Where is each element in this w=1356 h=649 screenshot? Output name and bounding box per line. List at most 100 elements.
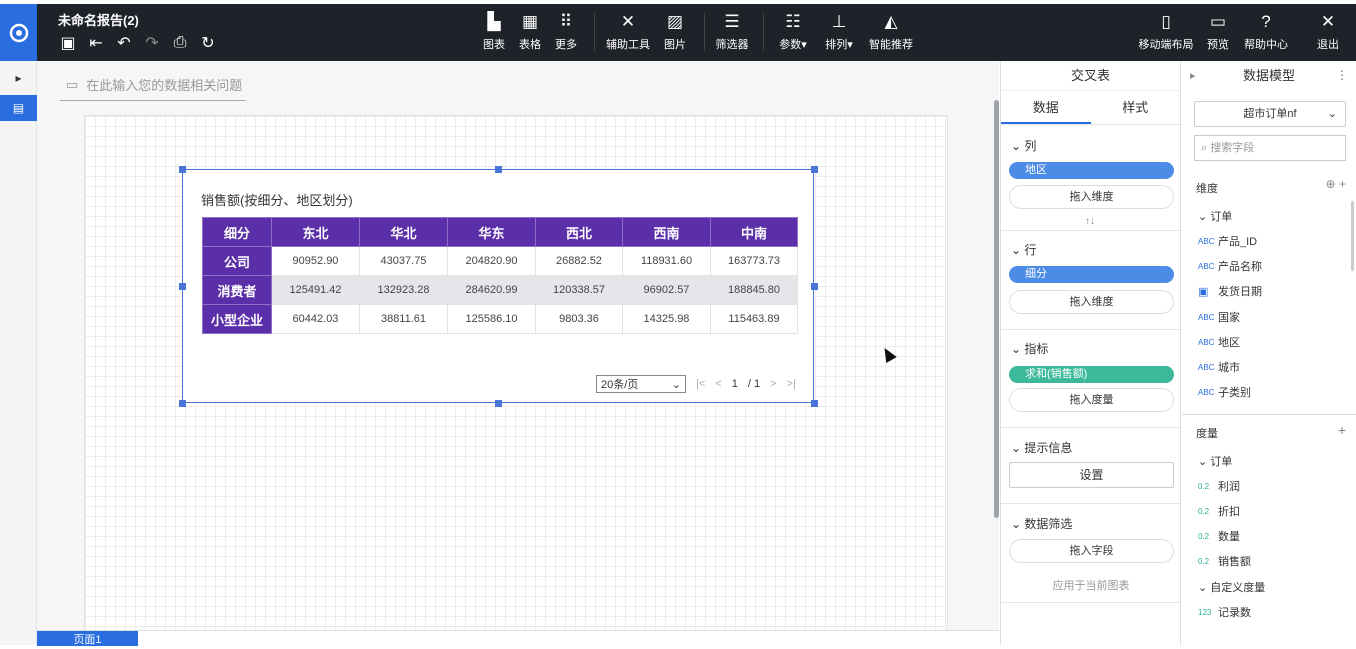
column-header[interactable]: 华东	[447, 217, 536, 247]
expand-panel-icon[interactable]: ▸	[0, 65, 37, 91]
swap-icon[interactable]: ↑↓	[1085, 216, 1095, 227]
custom-measure-group[interactable]: ⌄ 自定义度量	[1198, 579, 1265, 595]
canvas-scrollbar[interactable]	[994, 100, 999, 518]
dimension-field[interactable]: ABC 产品_ID	[1198, 233, 1257, 249]
app-logo[interactable]	[0, 4, 37, 61]
undo-icon[interactable]: ↶	[114, 33, 134, 53]
row-header[interactable]: 消费者	[202, 275, 272, 305]
column-field-pill[interactable]: 地区	[1009, 162, 1174, 179]
toolbar-smart-rec-button[interactable]: ◭ 智能推荐	[869, 12, 913, 52]
resize-handle[interactable]	[179, 400, 186, 407]
dataset-select[interactable]: 超市订单nf ⌄	[1194, 101, 1346, 127]
save-icon[interactable]: ▣	[58, 33, 78, 53]
image-icon: ▨	[666, 12, 684, 31]
toolbar-mobile-layout-button[interactable]: ▯ 移动端布局	[1139, 12, 1194, 52]
prev-page-icon[interactable]: <	[715, 378, 721, 390]
column-header[interactable]: 西南	[622, 217, 711, 247]
crosstab-widget[interactable]: 销售额(按细分、地区划分) 细分 东北 华北 华东 西北 西南 中南 公司 90…	[179, 166, 818, 407]
drop-measure-zone[interactable]: 拖入度量	[1009, 388, 1174, 412]
toolbar-filter-button[interactable]: ☰ 筛选器	[712, 12, 752, 52]
resize-handle[interactable]	[179, 283, 186, 290]
add-icon[interactable]: +	[1339, 177, 1346, 191]
dimension-field[interactable]: ABC 城市	[1198, 359, 1240, 375]
toolbar-image-button[interactable]: ▨ 图片	[655, 12, 695, 52]
rows-label: 行	[1024, 243, 1037, 257]
row-field-pill[interactable]: 细分	[1009, 266, 1174, 283]
text-type-icon: ABC	[1198, 362, 1215, 372]
dimension-scrollbar[interactable]	[1351, 201, 1354, 271]
resize-handle[interactable]	[811, 283, 818, 290]
measure-field-pill[interactable]: 求和(销售额)	[1009, 366, 1174, 383]
column-header[interactable]: 华北	[359, 217, 448, 247]
drop-dimension-zone[interactable]: 拖入维度	[1009, 290, 1174, 314]
toolbar-aux-tools-button[interactable]: ✕ 辅助工具	[606, 12, 650, 52]
dimension-group[interactable]: ⌄ 订单	[1198, 208, 1232, 224]
resize-handle[interactable]	[495, 400, 502, 407]
refresh-icon[interactable]: ↻	[198, 33, 218, 53]
panel-tabs: 数据 样式	[1001, 91, 1180, 125]
toolbar-preview-button[interactable]: ▭ 预览	[1198, 12, 1238, 52]
pagination: 20条/页 ⌄ |< < 1 / 1 > >|	[596, 375, 796, 393]
dimension-field[interactable]: ABC 子类别	[1198, 384, 1251, 400]
globe-icon[interactable]: ⊕	[1326, 177, 1336, 191]
drop-dimension-zone[interactable]: 拖入维度	[1009, 185, 1174, 209]
toolbar-more-button[interactable]: ⠿ 更多	[546, 12, 586, 52]
resize-handle[interactable]	[495, 166, 502, 173]
row-header[interactable]: 小型企业	[202, 304, 272, 334]
page-number[interactable]: 1	[732, 378, 738, 390]
dimension-field[interactable]: ▣ 发货日期	[1198, 283, 1262, 299]
first-page-icon[interactable]: |<	[696, 378, 705, 390]
data-filter-section: ⌄ 数据筛选 拖入字段 应用于当前图表	[1001, 504, 1181, 603]
next-page-icon[interactable]: >	[770, 378, 776, 390]
tooltip-section: ⌄ 提示信息 设置	[1001, 428, 1181, 504]
redo-icon[interactable]: ↷	[142, 33, 162, 53]
chevron-down-icon: ⌄	[671, 378, 681, 391]
page-tab[interactable]: 页面1	[37, 631, 138, 646]
back-icon[interactable]: ⇤	[86, 33, 106, 53]
tab-style[interactable]: 样式	[1091, 91, 1181, 124]
page-size-select[interactable]: 20条/页 ⌄	[596, 375, 686, 393]
column-header[interactable]: 西北	[535, 217, 623, 247]
toolbar-exit-button[interactable]: ✕ 退出	[1308, 12, 1348, 52]
report-page-icon[interactable]: ▤	[0, 95, 37, 121]
dimension-field[interactable]: ABC 地区	[1198, 334, 1240, 350]
measure-field[interactable]: 0.2 折扣	[1198, 503, 1240, 519]
column-header[interactable]: 东北	[271, 217, 360, 247]
row-header[interactable]: 公司	[202, 246, 272, 276]
add-icon[interactable]: +	[1338, 422, 1346, 438]
measure-field[interactable]: 0.2 数量	[1198, 528, 1240, 544]
dimension-field[interactable]: ABC 国家	[1198, 309, 1240, 325]
field-search-input[interactable]: ⌕ 搜索字段	[1194, 135, 1346, 161]
tooltip-settings-button[interactable]: 设置	[1009, 462, 1174, 488]
more-icon[interactable]: ⋮	[1336, 68, 1348, 82]
measure-field[interactable]: 0.2 利润	[1198, 478, 1240, 494]
dimension-field[interactable]: ABC 产品名称	[1198, 258, 1262, 274]
resize-handle[interactable]	[811, 166, 818, 173]
drop-field-zone[interactable]: 拖入字段	[1009, 539, 1174, 563]
ask-input[interactable]: ▭ 在此输入您的数据相关问题	[60, 69, 246, 101]
apply-to-chart-button[interactable]: 应用于当前图表	[1001, 577, 1181, 593]
toolbar-help-button[interactable]: ? 帮助中心	[1244, 12, 1288, 52]
toolbar-table-button[interactable]: ▦ 表格	[510, 12, 550, 52]
tab-data[interactable]: 数据	[1001, 91, 1091, 124]
chevron-down-icon[interactable]: ⌄	[1011, 441, 1021, 455]
chevron-down-icon[interactable]: ⌄	[1011, 139, 1021, 153]
chevron-down-icon[interactable]: ⌄	[1011, 243, 1021, 257]
resize-handle[interactable]	[811, 400, 818, 407]
measure-field[interactable]: 0.2 销售额	[1198, 553, 1251, 569]
chevron-down-icon[interactable]: ⌄	[1011, 342, 1021, 356]
print-icon[interactable]: ⎙	[170, 33, 190, 53]
measure-field[interactable]: 123 记录数	[1198, 604, 1251, 620]
measures-label: 指标	[1024, 342, 1049, 356]
toolbar-arrange-button[interactable]: ⊥ 排列▾	[819, 12, 859, 52]
toolbar-divider	[704, 13, 705, 51]
column-header[interactable]: 中南	[710, 217, 798, 247]
measures-section: ⌄ 指标 求和(销售额) 拖入度量	[1001, 330, 1181, 428]
toolbar-chart-button[interactable]: ▙ 图表	[474, 12, 514, 52]
last-page-icon[interactable]: >|	[787, 378, 796, 390]
toolbar-params-button[interactable]: ☷ 参数▾	[773, 12, 813, 52]
report-title[interactable]: 未命名报告(2)	[58, 10, 139, 29]
chevron-down-icon[interactable]: ⌄	[1011, 517, 1021, 531]
resize-handle[interactable]	[179, 166, 186, 173]
measure-group[interactable]: ⌄ 订单	[1198, 453, 1232, 469]
